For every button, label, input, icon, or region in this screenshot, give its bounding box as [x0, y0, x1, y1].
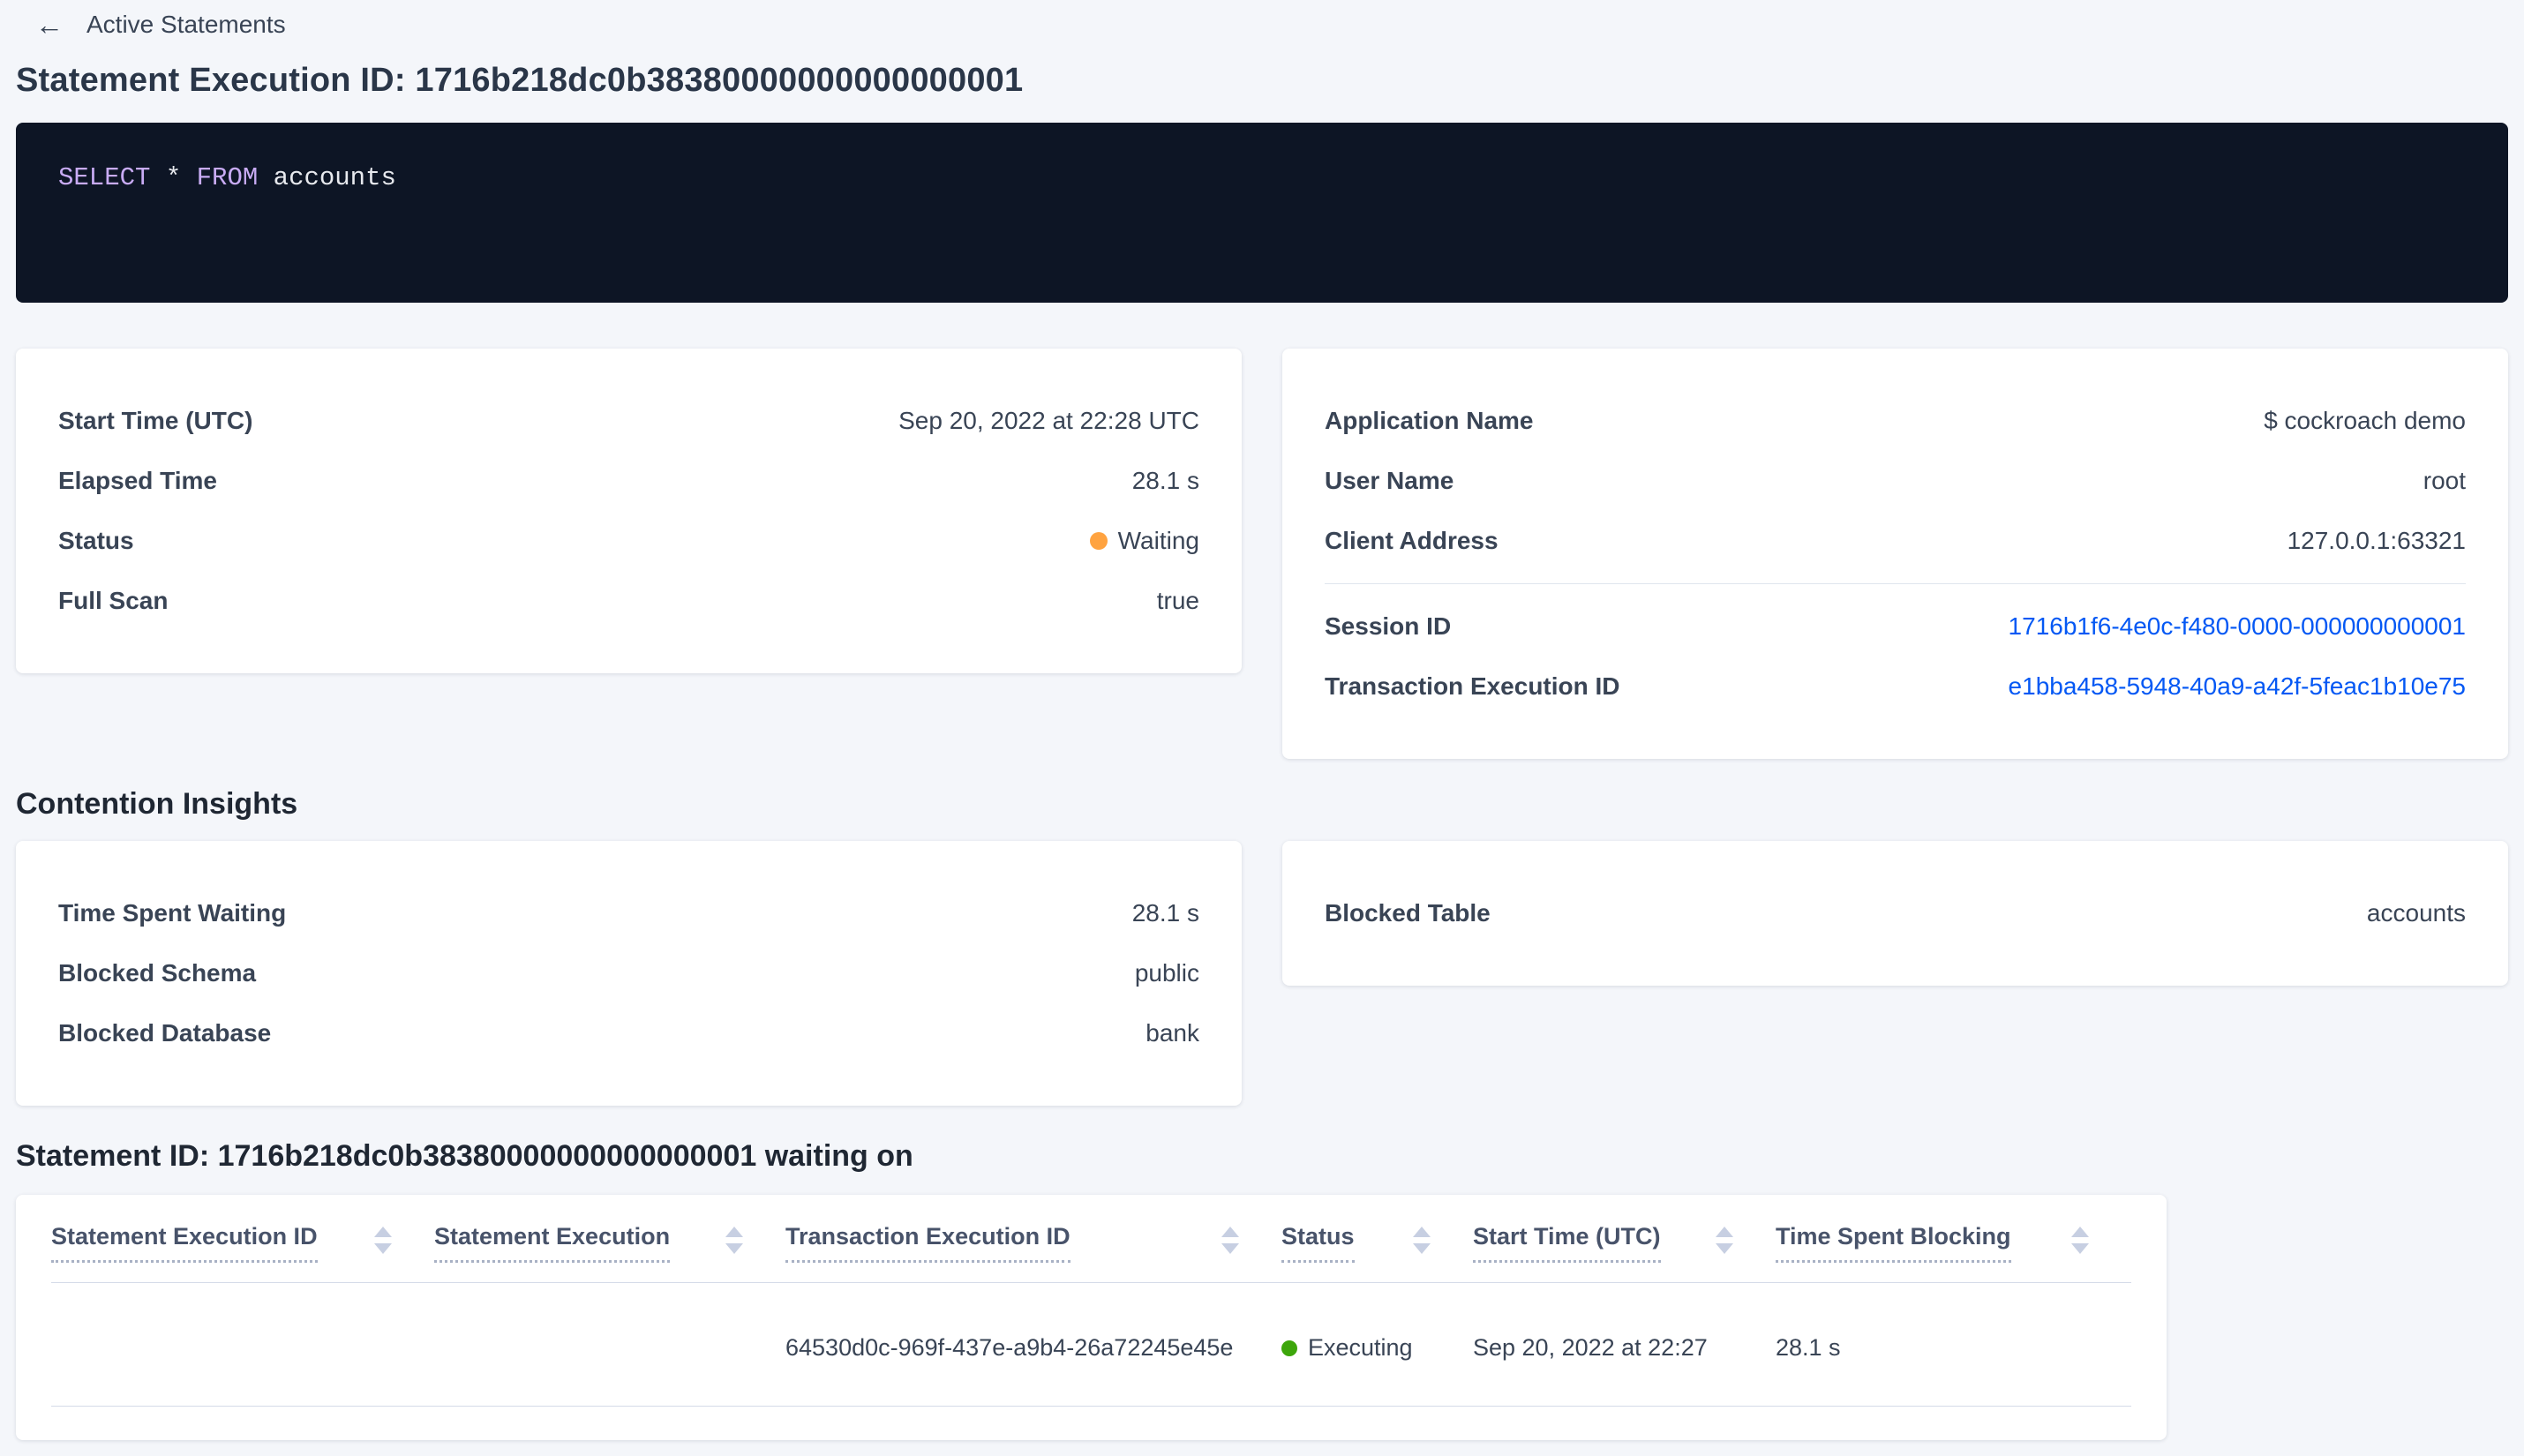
cell-time-spent-blocking: 28.1 s — [1776, 1282, 2131, 1407]
row-transaction-execution-id: Transaction Execution ID e1bba458-5948-4… — [1325, 657, 2466, 717]
transaction-execution-id-link[interactable]: e1bba458-5948-40a9-a42f-5feac1b10e75 — [2009, 672, 2466, 701]
application-name-label: Application Name — [1325, 407, 1534, 434]
blocked-database-value: bank — [1146, 1019, 1199, 1047]
row-time-spent-waiting: Time Spent Waiting 28.1 s — [58, 883, 1199, 943]
column-header-statement-execution[interactable]: Statement Execution — [434, 1195, 785, 1283]
blocked-schema-label: Blocked Schema — [58, 959, 257, 987]
user-name-value: root — [2423, 467, 2466, 494]
transaction-execution-id-label: Transaction Execution ID — [1325, 672, 1620, 700]
cell-statement-execution-id — [51, 1282, 434, 1407]
application-name-value: $ cockroach demo — [2264, 407, 2466, 434]
row-full-scan: Full Scan true — [58, 571, 1199, 631]
session-id-link[interactable]: 1716b1f6-4e0c-f480-0000-000000000001 — [2009, 612, 2466, 641]
sort-icon[interactable] — [1716, 1223, 1733, 1254]
blocked-database-label: Blocked Database — [58, 1019, 272, 1047]
client-address-label: Client Address — [1325, 527, 1499, 554]
contention-insights-heading: Contention Insights — [16, 787, 298, 821]
status-waiting-dot-icon — [1089, 532, 1108, 550]
blocked-schema-value: public — [1134, 959, 1199, 987]
breadcrumb-back-active-statements[interactable]: ← Active Statements — [35, 0, 286, 39]
table-header-row: Statement Execution ID Statement Executi… — [51, 1195, 2131, 1283]
row-user-name: User Name root — [1325, 451, 2466, 511]
sort-icon[interactable] — [725, 1223, 743, 1254]
full-scan-value: true — [1156, 587, 1199, 614]
row-elapsed-time: Elapsed Time 28.1 s — [58, 451, 1199, 511]
statement-details-page: ← Active Statements Statement Execution … — [0, 0, 2524, 1440]
status-waiting-text: Waiting — [1117, 527, 1199, 554]
waiting-on-heading: Statement ID: 1716b218dc0b38380000000000… — [16, 1139, 913, 1173]
overview-cards-row: Start Time (UTC) Sep 20, 2022 at 22:28 U… — [16, 349, 2508, 759]
row-application-name: Application Name $ cockroach demo — [1325, 391, 2466, 451]
elapsed-time-label: Elapsed Time — [58, 467, 218, 494]
page-title: Statement Execution ID: 1716b218dc0b3838… — [16, 62, 1024, 99]
time-spent-waiting-value: 28.1 s — [1131, 899, 1199, 927]
start-time-value: Sep 20, 2022 at 22:28 UTC — [898, 407, 1199, 434]
blocked-table-value: accounts — [2366, 899, 2466, 927]
row-blocked-database: Blocked Database bank — [58, 1003, 1199, 1063]
row-client-address: Client Address 127.0.0.1:63321 — [1325, 511, 2466, 571]
sql-statement-box: SELECT * FROM accounts — [16, 123, 2508, 303]
session-id-label: Session ID — [1325, 612, 1452, 640]
sort-icon[interactable] — [1413, 1223, 1431, 1254]
column-header-transaction-execution-id[interactable]: Transaction Execution ID — [785, 1195, 1281, 1283]
contention-waiting-card: Time Spent Waiting 28.1 s Blocked Schema… — [16, 841, 1242, 1106]
column-header-time-spent-blocking[interactable]: Time Spent Blocking — [1776, 1195, 2131, 1283]
sql-keyword-from: FROM — [196, 163, 259, 192]
breadcrumb-label: Active Statements — [86, 11, 286, 38]
cell-statement-execution — [434, 1282, 785, 1407]
column-header-statement-execution-id[interactable]: Statement Execution ID — [51, 1195, 434, 1283]
statement-execution-header-label: Statement Execution — [434, 1223, 671, 1263]
user-name-label: User Name — [1325, 467, 1454, 494]
sql-keyword-select: SELECT — [58, 163, 151, 192]
status-executing-text: Executing — [1308, 1334, 1413, 1361]
execution-details-card: Start Time (UTC) Sep 20, 2022 at 22:28 U… — [16, 349, 1242, 673]
waiting-on-table: Statement Execution ID Statement Executi… — [51, 1195, 2131, 1407]
session-card-divider — [1325, 583, 2466, 584]
sort-icon[interactable] — [2071, 1223, 2089, 1254]
status-executing-dot-icon — [1281, 1340, 1297, 1356]
status-label: Status — [58, 527, 134, 554]
waiting-on-table-card: Statement Execution ID Statement Executi… — [16, 1195, 2167, 1440]
sort-icon[interactable] — [1221, 1223, 1239, 1254]
session-details-card: Application Name $ cockroach demo User N… — [1282, 349, 2508, 759]
start-time-label: Start Time (UTC) — [58, 407, 253, 434]
time-spent-blocking-header-label: Time Spent Blocking — [1776, 1223, 2011, 1263]
status-header-label: Status — [1281, 1223, 1355, 1263]
sort-icon[interactable] — [374, 1223, 392, 1254]
client-address-value: 127.0.0.1:63321 — [2287, 527, 2466, 554]
row-blocked-table: Blocked Table accounts — [1325, 883, 2466, 943]
table-row: 64530d0c-969f-437e-a9b4-26a72245e45e Exe… — [51, 1282, 2131, 1407]
statement-execution-id-header-label: Statement Execution ID — [51, 1223, 318, 1263]
transaction-execution-id-header-label: Transaction Execution ID — [785, 1223, 1070, 1263]
time-spent-waiting-label: Time Spent Waiting — [58, 899, 287, 927]
sql-star: * — [165, 163, 182, 192]
column-header-start-time[interactable]: Start Time (UTC) — [1473, 1195, 1776, 1283]
elapsed-time-value: 28.1 s — [1131, 467, 1199, 494]
row-start-time: Start Time (UTC) Sep 20, 2022 at 22:28 U… — [58, 391, 1199, 451]
row-blocked-schema: Blocked Schema public — [58, 943, 1199, 1003]
cell-transaction-execution-id: 64530d0c-969f-437e-a9b4-26a72245e45e — [785, 1282, 1281, 1407]
cell-status: Executing — [1281, 1282, 1473, 1407]
row-session-id: Session ID 1716b1f6-4e0c-f480-0000-00000… — [1325, 597, 2466, 657]
cell-start-time: Sep 20, 2022 at 22:27 — [1473, 1282, 1776, 1407]
blocked-table-label: Blocked Table — [1325, 899, 1491, 927]
full-scan-label: Full Scan — [58, 587, 169, 614]
back-arrow-icon: ← — [35, 9, 64, 41]
sql-identifier: accounts — [273, 163, 396, 192]
column-header-status[interactable]: Status — [1281, 1195, 1473, 1283]
contention-cards-row: Time Spent Waiting 28.1 s Blocked Schema… — [16, 841, 2508, 1106]
start-time-header-label: Start Time (UTC) — [1473, 1223, 1661, 1263]
status-value: Waiting — [1089, 527, 1199, 555]
contention-blocked-table-card: Blocked Table accounts — [1282, 841, 2508, 986]
row-status: Status Waiting — [58, 511, 1199, 571]
